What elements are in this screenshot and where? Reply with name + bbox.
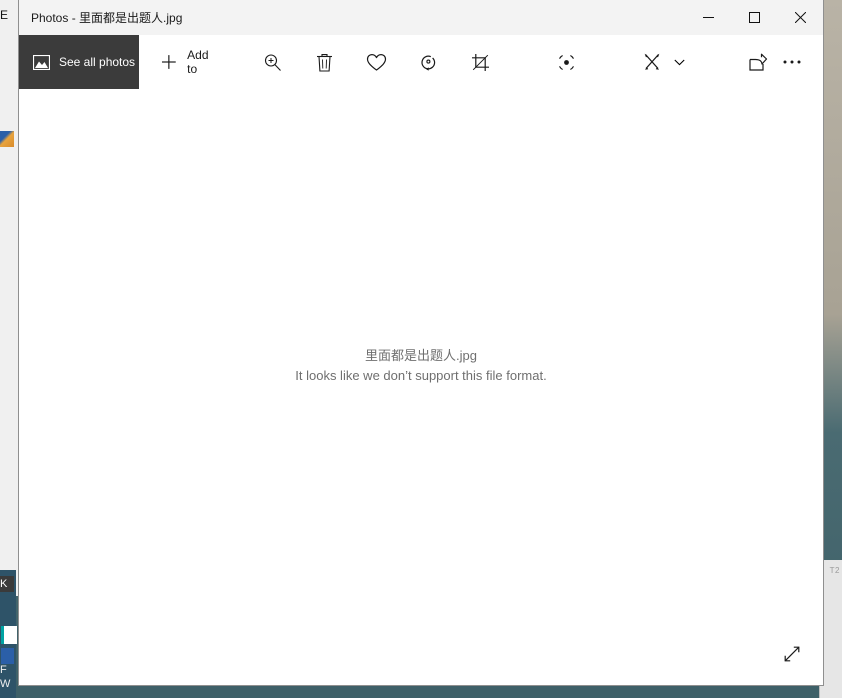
window-controls	[685, 0, 823, 34]
background-taskbar-icon-blue[interactable]	[1, 648, 14, 664]
title-bar[interactable]: Photos - 里面都是出题人.jpg	[19, 0, 823, 35]
draw-icon	[644, 53, 660, 70]
chevron-down-icon	[673, 59, 685, 65]
file-name-label: 里面都是出题人.jpg	[365, 348, 477, 363]
unsupported-format-message: 里面都是出题人.jpg It looks like we don’t suppo…	[295, 345, 546, 383]
background-taskbar-label-w: W	[0, 678, 11, 690]
fullscreen-button[interactable]	[775, 637, 809, 671]
draw-dropdown[interactable]	[669, 59, 689, 66]
error-message-label: It looks like we don’t support this file…	[295, 368, 547, 383]
trash-icon	[316, 53, 332, 72]
heart-icon	[366, 53, 386, 71]
plus-icon	[162, 55, 177, 69]
add-to-button[interactable]: Add to	[139, 35, 237, 89]
maximize-button[interactable]	[731, 0, 777, 34]
background-window-right-label: T2	[829, 566, 840, 575]
add-to-label: Add to	[187, 48, 209, 76]
photo-canvas: 里面都是出题人.jpg It looks like we don’t suppo…	[19, 89, 823, 685]
see-all-photos-button[interactable]: See all photos	[19, 35, 140, 89]
window-title: Photos - 里面都是出题人.jpg	[31, 10, 183, 25]
background-window-label: E	[0, 8, 9, 22]
favorite-button[interactable]	[359, 35, 393, 89]
toolbar-actions	[255, 35, 775, 89]
toolbar-end	[775, 35, 823, 89]
see-all-photos-label: See all photos	[59, 55, 136, 69]
ellipsis-icon	[783, 60, 801, 64]
crop-icon	[471, 53, 489, 71]
minimize-button[interactable]	[685, 0, 731, 34]
minimize-icon	[702, 16, 714, 18]
enhance-button[interactable]	[549, 35, 583, 89]
close-button[interactable]	[777, 0, 823, 34]
crop-button[interactable]	[463, 35, 497, 89]
rotate-button[interactable]	[411, 35, 445, 89]
screen: E K F W T2 Photos - 里面都是出题人.jpg See all …	[0, 0, 842, 698]
delete-button[interactable]	[307, 35, 341, 89]
maximize-icon	[748, 11, 760, 23]
background-taskbar-icon-teal[interactable]	[1, 626, 17, 644]
background-app-icon	[0, 131, 14, 147]
share-icon	[749, 53, 768, 71]
expand-arrows-icon	[784, 646, 800, 662]
more-button[interactable]	[775, 35, 809, 89]
picture-icon	[33, 54, 50, 70]
zoom-in-icon	[264, 53, 281, 71]
rotate-icon	[420, 55, 435, 71]
share-button[interactable]	[741, 35, 775, 89]
background-taskbar-icon-k[interactable]: K	[0, 576, 14, 592]
background-window-left[interactable]	[0, 0, 19, 596]
background-taskbar-label-f: F	[0, 664, 7, 676]
zoom-button[interactable]	[255, 35, 289, 89]
enhance-icon	[558, 54, 574, 70]
toolbar: See all photos Add to	[19, 35, 823, 89]
desktop-lower-band	[16, 686, 822, 698]
photos-window: Photos - 里面都是出题人.jpg See all photos Add …	[18, 0, 824, 686]
draw-button[interactable]	[635, 35, 669, 89]
close-icon	[794, 11, 806, 23]
